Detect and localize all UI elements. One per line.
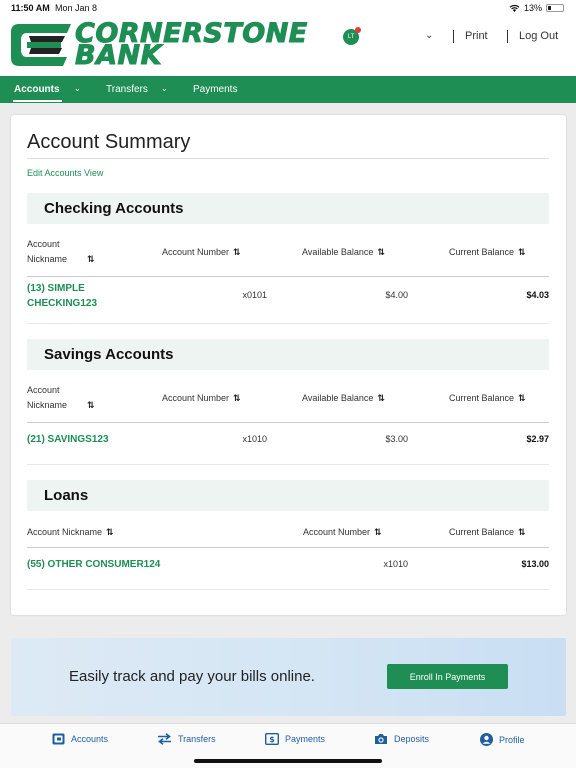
table-divider xyxy=(27,547,549,548)
home-indicator xyxy=(194,759,382,763)
savings-col-number[interactable]: Account Number ⇅ xyxy=(162,391,241,406)
table-divider xyxy=(27,422,549,423)
checking-col-number[interactable]: Account Number ⇅ xyxy=(162,245,241,260)
row-divider xyxy=(27,589,549,590)
sort-icon[interactable]: ⇅ xyxy=(233,393,241,403)
page-title: Account Summary xyxy=(27,131,191,153)
col-label: Account xyxy=(27,239,60,249)
status-right: 13% xyxy=(509,3,564,13)
checking-account-link[interactable]: (13) SIMPLE CHECKING123 xyxy=(27,281,97,311)
header-divider xyxy=(453,30,454,43)
sort-icon[interactable]: ⇅ xyxy=(374,527,382,537)
row-divider xyxy=(27,323,549,324)
status-time: 11:50 AM xyxy=(11,3,50,13)
savings-available-balance: $3.00 xyxy=(385,434,408,444)
battery-percent: 13% xyxy=(523,3,542,13)
sort-icon[interactable]: ⇅ xyxy=(377,247,385,257)
savings-account-number: x1010 xyxy=(242,434,267,444)
tab-label: Transfers xyxy=(178,734,216,744)
loan-account-link[interactable]: (55) OTHER CONSUMER124 xyxy=(27,557,160,572)
tab-deposits[interactable]: Deposits xyxy=(374,733,429,745)
wallet-icon xyxy=(52,733,65,745)
tab-label: Deposits xyxy=(394,734,430,744)
svg-text:$: $ xyxy=(269,735,275,744)
sort-icon[interactable]: ⇅ xyxy=(377,393,385,403)
savings-col-available[interactable]: Available Balance ⇅ xyxy=(302,391,385,406)
savings-account-link[interactable]: (21) SAVINGS123 xyxy=(27,432,109,447)
table-divider xyxy=(27,276,549,277)
status-date: Mon Jan 8 xyxy=(55,3,98,13)
loan-account-number: x1010 xyxy=(383,559,408,569)
savings-section-header: Savings Accounts xyxy=(27,339,549,370)
checking-col-nickname[interactable]: Account Nickname ⇅ xyxy=(27,237,95,267)
sort-icon[interactable]: ⇅ xyxy=(518,393,526,403)
tab-accounts[interactable]: Accounts xyxy=(52,733,108,745)
notification-dot xyxy=(355,27,361,33)
checking-col-available[interactable]: Available Balance ⇅ xyxy=(302,245,385,260)
main-nav: Accounts ⌄ Transfers ⌄ Payments xyxy=(0,76,576,103)
savings-heading: Savings Accounts xyxy=(44,346,174,363)
loans-col-current[interactable]: Current Balance ⇅ xyxy=(449,525,526,540)
header-divider xyxy=(507,30,508,43)
nav-transfers[interactable]: Transfers xyxy=(106,76,148,103)
sort-icon[interactable]: ⇅ xyxy=(87,400,95,410)
print-link[interactable]: Print xyxy=(465,30,488,42)
col-label: Nickname ⇅ xyxy=(27,400,95,410)
camera-icon xyxy=(375,734,387,744)
bank-logo[interactable]: CORNERSTONE BANK xyxy=(9,20,308,70)
profile-icon xyxy=(480,733,493,746)
nav-accounts[interactable]: Accounts xyxy=(13,76,62,103)
col-label: Nickname ⇅ xyxy=(27,254,95,264)
checking-col-current[interactable]: Current Balance ⇅ xyxy=(449,245,526,260)
nav-transfers-chevron-icon[interactable]: ⌄ xyxy=(161,84,168,93)
tab-label: Payments xyxy=(285,734,326,744)
nav-accounts-chevron-icon[interactable]: ⌄ xyxy=(74,84,81,93)
tab-transfers[interactable]: Transfers xyxy=(157,733,216,745)
tab-label: Profile xyxy=(499,734,525,745)
loans-heading: Loans xyxy=(44,487,89,504)
edit-accounts-view-link[interactable]: Edit Accounts View xyxy=(27,168,103,178)
loans-col-nickname[interactable]: Account Nickname ⇅ xyxy=(27,525,114,540)
payments-promo-banner: Easily track and pay your bills online. … xyxy=(11,638,566,716)
loans-section-header: Loans xyxy=(27,480,549,511)
battery-icon xyxy=(546,4,564,12)
checking-current-balance: $4.03 xyxy=(526,290,549,300)
bank-name: CORNERSTONE BANK xyxy=(75,20,308,70)
status-bar: 11:50 AM Mon Jan 8 13% xyxy=(0,0,576,16)
savings-col-current[interactable]: Current Balance ⇅ xyxy=(449,391,526,406)
bill-payment-icon: $ xyxy=(265,733,279,745)
title-divider xyxy=(27,158,549,159)
checking-account-number: x0101 xyxy=(242,290,267,300)
row-divider xyxy=(27,464,549,465)
checking-available-balance: $4.00 xyxy=(385,290,408,300)
checking-section-header: Checking Accounts xyxy=(27,193,549,224)
tab-label: Accounts xyxy=(71,734,109,744)
savings-current-balance: $2.97 xyxy=(526,434,549,444)
transfer-arrows-icon xyxy=(158,733,171,745)
sort-icon[interactable]: ⇅ xyxy=(106,527,114,537)
account-summary-card: Account Summary Edit Accounts View Check… xyxy=(11,115,566,615)
user-menu-chevron-icon[interactable]: ⌄ xyxy=(425,30,433,41)
sort-icon[interactable]: ⇅ xyxy=(87,254,95,264)
user-avatar[interactable]: LT xyxy=(343,27,361,45)
tab-profile[interactable]: Profile xyxy=(480,733,525,746)
loan-current-balance: $13.00 xyxy=(521,559,549,569)
bank-logo-mark-icon xyxy=(11,24,71,66)
avatar-initials: LT xyxy=(347,34,355,40)
banner-text: Easily track and pay your bills online. xyxy=(69,668,315,685)
loans-col-number[interactable]: Account Number ⇅ xyxy=(303,525,382,540)
tab-payments[interactable]: $ Payments xyxy=(265,733,325,745)
sort-icon[interactable]: ⇅ xyxy=(518,247,526,257)
logout-link[interactable]: Log Out xyxy=(519,30,558,42)
col-label: Account xyxy=(27,385,60,395)
savings-col-nickname[interactable]: Account Nickname ⇅ xyxy=(27,383,95,413)
app-header: CORNERSTONE BANK LT ⌄ Print Log Out xyxy=(0,16,576,76)
nav-payments[interactable]: Payments xyxy=(193,76,237,103)
sort-icon[interactable]: ⇅ xyxy=(518,527,526,537)
wifi-icon xyxy=(509,4,520,12)
enroll-in-payments-button[interactable]: Enroll In Payments xyxy=(387,664,508,689)
sort-icon[interactable]: ⇅ xyxy=(233,247,241,257)
checking-heading: Checking Accounts xyxy=(44,200,184,217)
